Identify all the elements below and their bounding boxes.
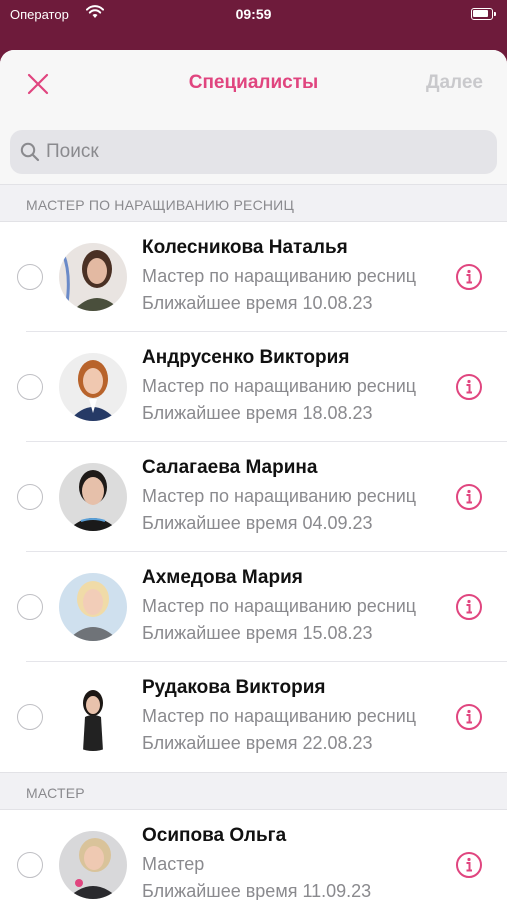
specialist-name: Колесникова Наталья bbox=[142, 237, 348, 258]
search-field bbox=[10, 130, 497, 174]
select-radio[interactable] bbox=[17, 704, 43, 730]
avatar bbox=[59, 243, 127, 311]
avatar bbox=[59, 683, 127, 751]
select-radio[interactable] bbox=[17, 484, 43, 510]
avatar bbox=[59, 831, 127, 899]
specialist-role: Мастер по наращиванию ресниц bbox=[142, 596, 417, 616]
info-icon[interactable] bbox=[455, 483, 483, 511]
specialist-name: Рудакова Виктория bbox=[142, 677, 326, 698]
nearest-time: Ближайшее время 10.08.23 bbox=[142, 293, 373, 313]
specialist-name: Салагаева Марина bbox=[142, 457, 318, 478]
select-radio[interactable] bbox=[17, 852, 43, 878]
specialist-name: Ахмедова Мария bbox=[142, 567, 303, 588]
nearest-time: Ближайшее время 18.08.23 bbox=[142, 403, 373, 423]
info-icon[interactable] bbox=[455, 263, 483, 291]
next-button[interactable]: Далее bbox=[426, 72, 483, 94]
select-radio[interactable] bbox=[17, 374, 43, 400]
section-header-master: МАСТЕР bbox=[0, 772, 507, 810]
search-bar bbox=[0, 116, 507, 184]
select-radio[interactable] bbox=[17, 264, 43, 290]
search-icon bbox=[20, 142, 40, 167]
info-icon[interactable] bbox=[455, 851, 483, 879]
status-bar: Оператор 09:59 bbox=[0, 0, 507, 32]
specialist-role: Мастер по наращиванию ресниц bbox=[142, 376, 417, 396]
specialist-row[interactable]: Колесникова Наталья Мастер по наращивани… bbox=[0, 222, 507, 332]
specialist-row[interactable]: Андрусенко Виктория Мастер по наращивани… bbox=[0, 332, 507, 442]
nearest-time: Ближайшее время 15.08.23 bbox=[142, 623, 373, 643]
nav-bar: Специалисты Далее bbox=[0, 50, 507, 116]
specialist-role: Мастер по наращиванию ресниц bbox=[142, 266, 417, 286]
clock: 09:59 bbox=[235, 6, 272, 22]
specialist-row[interactable]: Ахмедова Мария Мастер по наращиванию рес… bbox=[0, 552, 507, 662]
info-icon[interactable] bbox=[455, 373, 483, 401]
nearest-time: Ближайшее время 11.09.23 bbox=[142, 881, 372, 900]
specialist-role: Мастер по наращиванию ресниц bbox=[142, 486, 417, 506]
specialist-role: Мастер по наращиванию ресниц bbox=[142, 706, 417, 726]
specialist-name: Осипова Ольга bbox=[142, 825, 287, 846]
specialist-row[interactable]: Салагаева Марина Мастер по наращиванию р… bbox=[0, 442, 507, 552]
section-header-eyelash: МАСТЕР ПО НАРАЩИВАНИЮ РЕСНИЦ bbox=[0, 184, 507, 222]
avatar bbox=[59, 573, 127, 641]
specialist-role: Мастер bbox=[142, 854, 205, 874]
specialist-row[interactable]: Осипова Ольга Мастер Ближайшее время 11.… bbox=[0, 810, 507, 900]
avatar bbox=[59, 353, 127, 421]
info-icon[interactable] bbox=[455, 593, 483, 621]
nearest-time: Ближайшее время 22.08.23 bbox=[142, 733, 373, 753]
search-input[interactable] bbox=[46, 130, 486, 174]
nearest-time: Ближайшее время 04.09.23 bbox=[142, 513, 373, 533]
avatar bbox=[59, 463, 127, 531]
select-radio[interactable] bbox=[17, 594, 43, 620]
battery-icon bbox=[471, 8, 496, 20]
specialist-row[interactable]: Рудакова Виктория Мастер по наращиванию … bbox=[0, 662, 507, 772]
info-icon[interactable] bbox=[455, 703, 483, 731]
specialists-sheet: Специалисты Далее МАСТЕР ПО НАРАЩИВАНИЮ … bbox=[0, 50, 507, 900]
specialist-name: Андрусенко Виктория bbox=[142, 347, 350, 368]
